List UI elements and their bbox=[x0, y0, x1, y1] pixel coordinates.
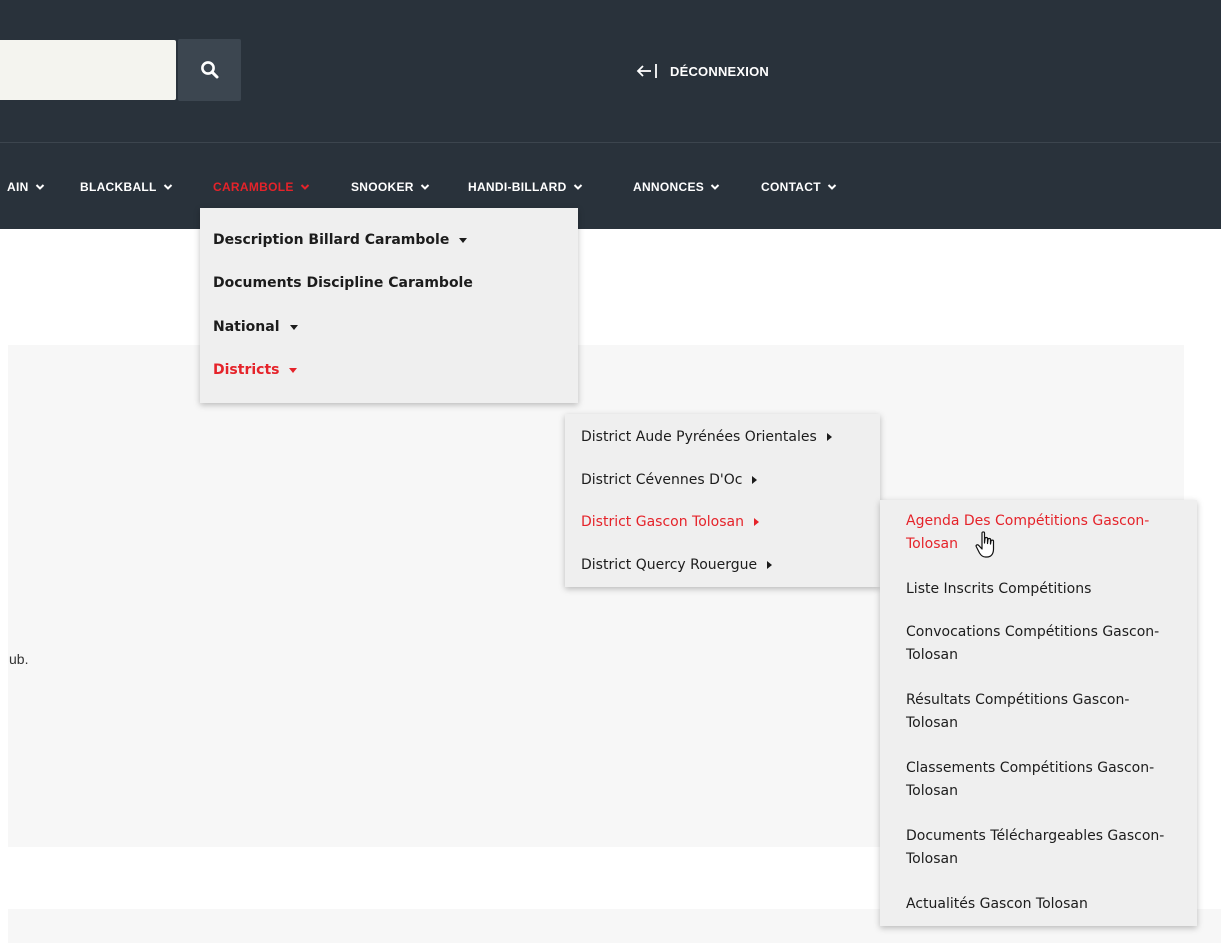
submenu-item-label: Tolosan bbox=[906, 851, 958, 867]
submenu-item-label: Agenda Des Compétitions Gascon- bbox=[906, 513, 1150, 529]
nav-item-label: SNOOKER bbox=[351, 180, 414, 194]
submenu-item-label: District Cévennes D'Oc bbox=[581, 472, 743, 488]
submenu-item-convocations[interactable]: Convocations Compétitions Gascon- Tolosa… bbox=[906, 621, 1192, 667]
nav-item-annonces[interactable]: ANNONCES bbox=[633, 179, 720, 195]
nav-item-carambole[interactable]: CARAMBOLE bbox=[213, 179, 310, 195]
submenu-item-resultats[interactable]: Résultats Compétitions Gascon- Tolosan bbox=[906, 689, 1192, 735]
submenu-item-label: Documents Discipline Carambole bbox=[213, 275, 473, 291]
nav-item-label: AIN bbox=[7, 180, 29, 194]
submenu-item-label: Districts bbox=[213, 362, 280, 378]
nav-item-label: CARAMBOLE bbox=[213, 180, 294, 194]
submenu-item-actualites[interactable]: Actualités Gascon Tolosan bbox=[906, 893, 1192, 916]
main-nav: AIN BLACKBALL CARAMBOLE SNOOKER HANDI-BI… bbox=[0, 142, 1221, 229]
hand-pointer-cursor-icon bbox=[975, 531, 995, 558]
logout-label: DÉCONNEXION bbox=[670, 63, 769, 79]
nav-item-label: ANNONCES bbox=[633, 180, 705, 194]
submenu-item-label: Actualités Gascon Tolosan bbox=[906, 896, 1088, 912]
submenu-item-label: Description Billard Carambole bbox=[213, 232, 450, 248]
submenu-item-label: District Aude Pyrénées Orientales bbox=[581, 429, 817, 445]
submenu-item-label: Liste Inscrits Compétitions bbox=[906, 581, 1092, 597]
submenu-item-cevennes[interactable]: District Cévennes D'Oc bbox=[581, 470, 758, 490]
nav-item-blackball[interactable]: BLACKBALL bbox=[80, 179, 173, 195]
nav-item-ain[interactable]: AIN bbox=[7, 179, 45, 195]
nav-item-contact[interactable]: CONTACT bbox=[761, 179, 837, 195]
nav-item-label: BLACKBALL bbox=[80, 180, 157, 194]
content-text-fragment: ub. bbox=[9, 651, 29, 667]
logout-link[interactable]: DÉCONNEXION bbox=[636, 60, 769, 82]
submenu-item-label: Tolosan bbox=[906, 783, 958, 799]
caret-down-icon bbox=[289, 367, 298, 373]
caret-down-icon bbox=[289, 324, 298, 330]
chevron-down-icon bbox=[827, 184, 837, 190]
submenu-item-label: Tolosan bbox=[906, 715, 958, 731]
submenu-item-label: District Gascon Tolosan bbox=[581, 514, 744, 530]
submenu-item-aude[interactable]: District Aude Pyrénées Orientales bbox=[581, 427, 832, 447]
submenu-item-quercy[interactable]: District Quercy Rouergue bbox=[581, 555, 773, 575]
nav-item-snooker[interactable]: SNOOKER bbox=[351, 179, 430, 195]
chevron-down-icon bbox=[35, 184, 44, 190]
submenu-item-label: Résultats Compétitions Gascon- bbox=[906, 692, 1130, 708]
caret-right-icon bbox=[767, 561, 773, 569]
submenu-item-label: Classements Compétitions Gascon- bbox=[906, 760, 1155, 776]
caret-right-icon bbox=[752, 476, 758, 484]
caret-down-icon bbox=[459, 237, 468, 243]
chevron-down-icon bbox=[300, 184, 309, 190]
submenu-item-districts[interactable]: Districts bbox=[213, 360, 298, 380]
search-input[interactable] bbox=[0, 40, 176, 100]
submenu-item-documents[interactable]: Documents Discipline Carambole bbox=[213, 273, 473, 293]
search-icon bbox=[200, 61, 218, 79]
submenu-item-national[interactable]: National bbox=[213, 317, 298, 337]
chevron-down-icon bbox=[420, 184, 429, 190]
caret-right-icon bbox=[753, 518, 759, 526]
carambole-submenu: Description Billard Carambole Documents … bbox=[200, 208, 578, 403]
submenu-item-liste-inscrits[interactable]: Liste Inscrits Compétitions bbox=[906, 578, 1192, 601]
chevron-down-icon bbox=[710, 184, 720, 190]
submenu-item-agenda[interactable]: Agenda Des Compétitions Gascon- Tolosan bbox=[906, 510, 1192, 556]
submenu-item-label: Tolosan bbox=[906, 647, 958, 663]
submenu-item-label: District Quercy Rouergue bbox=[581, 557, 758, 573]
chevron-down-icon bbox=[163, 184, 172, 190]
nav-item-label: HANDI-BILLARD bbox=[468, 180, 567, 194]
gascon-submenu: Agenda Des Compétitions Gascon- Tolosan … bbox=[880, 500, 1197, 926]
nav-item-handi-billard[interactable]: HANDI-BILLARD bbox=[468, 179, 583, 195]
districts-submenu: District Aude Pyrénées Orientales Distri… bbox=[565, 414, 880, 587]
submenu-item-gascon[interactable]: District Gascon Tolosan bbox=[581, 512, 759, 532]
submenu-item-classements[interactable]: Classements Compétitions Gascon- Tolosan bbox=[906, 757, 1192, 803]
submenu-item-label: Convocations Compétitions Gascon- bbox=[906, 624, 1160, 640]
submenu-item-documents-telechargeables[interactable]: Documents Téléchargeables Gascon- Tolosa… bbox=[906, 825, 1192, 871]
nav-item-label: CONTACT bbox=[761, 180, 821, 194]
submenu-item-label: Documents Téléchargeables Gascon- bbox=[906, 828, 1165, 844]
top-header: DÉCONNEXION bbox=[0, 0, 1221, 142]
logout-arrow-icon bbox=[636, 64, 657, 78]
chevron-down-icon bbox=[573, 184, 582, 190]
search-button[interactable] bbox=[178, 39, 241, 101]
submenu-item-label: National bbox=[213, 319, 280, 335]
submenu-item-description[interactable]: Description Billard Carambole bbox=[213, 230, 468, 250]
submenu-item-label: Tolosan bbox=[906, 536, 958, 552]
caret-right-icon bbox=[826, 433, 832, 441]
